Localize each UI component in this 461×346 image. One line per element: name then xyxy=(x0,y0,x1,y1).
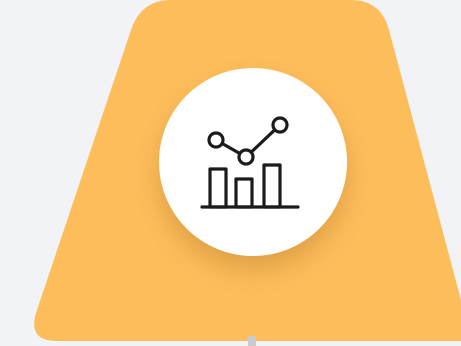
analytics-chart-icon xyxy=(200,116,300,209)
analytics-card xyxy=(0,0,461,346)
connector-line xyxy=(248,336,256,346)
icon-circle xyxy=(159,68,347,256)
